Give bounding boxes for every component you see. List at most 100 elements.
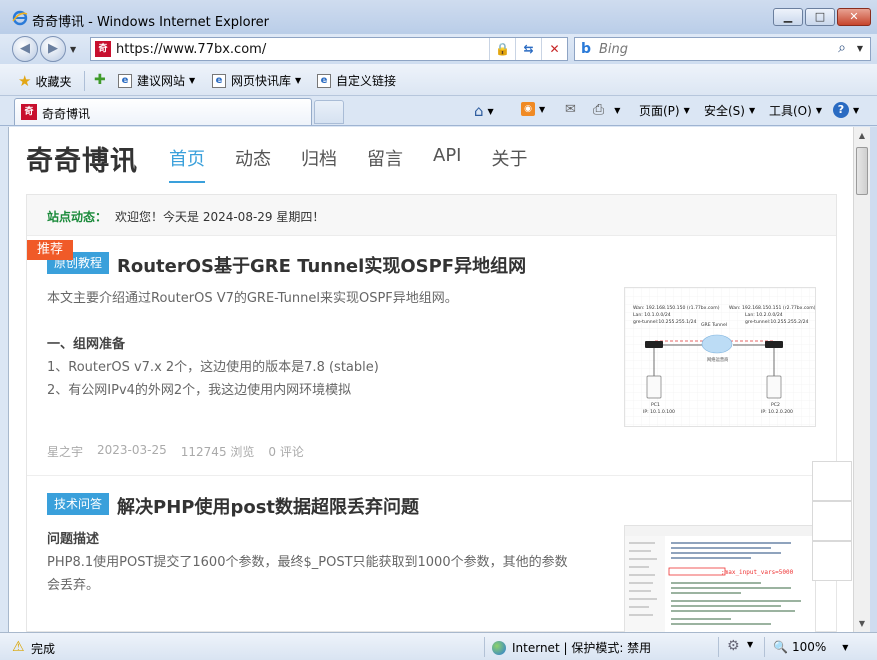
divider <box>718 637 719 657</box>
home-icon: ⌂ <box>474 102 484 120</box>
nav-item-api[interactable]: API <box>433 145 461 183</box>
home-button[interactable]: ⌂ ▼ <box>474 102 494 120</box>
favorite-link-webslice[interactable]: e 网页快讯库 ▼ <box>212 72 301 89</box>
help-menu[interactable]: ? ▼ <box>833 102 859 118</box>
category-badge[interactable]: 技术问答 <box>47 493 110 515</box>
side-tool-button[interactable] <box>812 541 852 581</box>
favorite-link-label: 自定义链接 <box>336 74 397 88</box>
article-section-heading: 一、组网准备 <box>47 337 126 352</box>
favorite-link-custom[interactable]: e 自定义链接 <box>317 72 396 89</box>
diagram-right-wan: Wan: 192.168.150.151 (r2.77bx.com) <box>729 305 816 311</box>
diagram-right-gre: gre-tunnel:10.255.255.2/24 <box>745 319 809 325</box>
article-line: 1、RouterOS v7.x 2个，这边使用的版本是7.8 (stable) <box>47 360 379 375</box>
back-arrow-icon: ◀ <box>20 41 30 56</box>
nav-item-home[interactable]: 首页 <box>169 145 205 183</box>
divider <box>484 637 485 657</box>
gear-dropdown[interactable]: ▼ <box>743 640 753 649</box>
close-icon: ✕ <box>849 10 859 23</box>
article-author[interactable]: 星之宇 <box>47 443 83 460</box>
close-button[interactable]: ✕ <box>837 8 871 26</box>
settings-gear-icon[interactable]: ⚙ <box>727 638 740 654</box>
article-line: 会丢弃。 <box>47 578 100 593</box>
nav-item-about[interactable]: 关于 <box>491 145 527 183</box>
print-button[interactable]: ⎙ ▼ <box>593 102 620 118</box>
security-zone[interactable]: Internet | 保护模式: 禁用 <box>492 639 651 656</box>
search-options-dropdown-icon[interactable]: ▼ <box>857 44 863 53</box>
article-comments[interactable]: 0 评论 <box>268 443 303 460</box>
search-box[interactable]: b Bing ⌕ ▼ <box>574 37 871 61</box>
diagram-left-wan: Wan: 192.168.150.150 (r1.77bx.com) <box>633 305 720 311</box>
minimize-button[interactable]: ▁ <box>773 8 803 26</box>
scroll-up-icon[interactable]: ▲ <box>854 127 870 144</box>
status-text: 完成 <box>31 642 56 656</box>
article-title[interactable]: RouterOS基于GRE Tunnel实现OSPF异地组网 <box>117 252 526 278</box>
favorite-link-suggested[interactable]: e 建议网站 ▼ <box>118 72 195 89</box>
add-to-favorites-icon[interactable]: ✚ <box>94 72 106 88</box>
article-thumbnail-php-config[interactable]: ;max_input_vars=5000 <box>624 525 816 632</box>
diagram-pc2: PC2 <box>771 402 780 408</box>
mail-icon: ✉ <box>565 102 576 117</box>
side-tool-button[interactable] <box>812 501 852 541</box>
favorites-button[interactable]: ★ 收藏夹 <box>12 70 77 92</box>
nav-item-archive[interactable]: 归档 <box>301 145 337 183</box>
dropdown-icon: ▼ <box>747 640 754 649</box>
article-divider <box>27 475 836 476</box>
site-favicon-icon: 奇 <box>21 104 37 120</box>
vertical-scrollbar[interactable]: ▲ ▼ <box>853 127 870 632</box>
history-dropdown-icon[interactable]: ▼ <box>70 45 76 54</box>
search-placeholder[interactable]: Bing <box>599 42 628 57</box>
globe-icon <box>492 640 506 655</box>
diagram-left-lan: Lan: 10.1.0.0/24 <box>633 312 671 318</box>
pc1-icon <box>646 375 662 399</box>
scroll-thumb[interactable] <box>856 147 868 195</box>
recommended-ribbon: 推荐 <box>27 240 73 260</box>
article-line: PHP8.1使用POST提交了1600个参数，最终$_POST只能获取到1000… <box>47 555 568 570</box>
rss-icon: ◉ <box>521 102 535 116</box>
feeds-button[interactable]: ◉ ▼ <box>521 102 545 116</box>
lock-icon[interactable]: 🔒 <box>489 38 515 60</box>
diagram-cloud-label: 网络运营商 <box>707 356 729 363</box>
search-icon[interactable]: ⌕ <box>838 40 846 56</box>
tools-menu[interactable]: 工具(O) ▼ <box>769 102 822 119</box>
back-button[interactable]: ◀ <box>12 36 38 62</box>
ie-page-icon: e <box>118 73 132 88</box>
zoom-control[interactable]: 🔍 100% ▼ <box>773 640 848 654</box>
dropdown-icon: ▼ <box>815 106 822 115</box>
warning-icon[interactable]: ⚠ <box>12 639 25 655</box>
favorite-link-label: 建议网站 <box>137 74 186 88</box>
new-tab-button[interactable] <box>314 100 344 124</box>
maximize-button[interactable]: □ <box>805 8 835 26</box>
address-bar[interactable]: 奇 https://www.77bx.com/ 🔒 ⇆ ✕ <box>90 37 568 61</box>
browser-tab[interactable]: 奇 奇奇博讯 <box>14 98 312 125</box>
diagram-pc1-ip: IP: 10.1.0.100 <box>643 409 675 415</box>
help-icon: ? <box>833 102 849 118</box>
safety-menu[interactable]: 安全(S) ▼ <box>704 102 755 119</box>
zoom-icon: 🔍 <box>773 640 788 654</box>
favorites-label: 收藏夹 <box>35 74 72 89</box>
article-title[interactable]: 解决PHP使用post数据超限丢弃问题 <box>117 493 419 519</box>
stop-icon[interactable]: ✕ <box>541 38 567 60</box>
address-url[interactable]: https://www.77bx.com/ <box>116 42 266 57</box>
article-line: 2、有公网IPv4的外网2个，我这边使用内网环境模拟 <box>47 383 352 398</box>
compat-refresh-icon[interactable]: ⇆ <box>515 38 541 60</box>
scroll-down-icon[interactable]: ▼ <box>854 615 870 632</box>
code-snippet: ;max_input_vars=5000 <box>721 569 794 576</box>
tab-row: 奇 奇奇博讯 ⌂ ▼ ◉ ▼ ✉ ⎙ ▼ 页面(P) ▼ 安全(S) ▼ 工具(O) ▼ ?… <box>0 96 877 126</box>
router-right-icon <box>765 341 783 348</box>
forward-button[interactable]: ▶ <box>40 36 66 62</box>
article-intro: 本文主要介绍通过RouterOS V7的GRE-Tunnel来实现OSPF异地组… <box>47 291 458 306</box>
router-left-icon <box>645 341 663 348</box>
maximize-icon: □ <box>814 10 826 23</box>
printer-icon: ⎙ <box>593 102 605 118</box>
nav-item-news[interactable]: 动态 <box>235 145 271 183</box>
nav-item-guestbook[interactable]: 留言 <box>367 145 403 183</box>
article-views: 112745 浏览 <box>180 445 255 459</box>
mail-button[interactable]: ✉ <box>565 102 576 117</box>
page-viewport[interactable]: 奇奇博讯 首页 动态 归档 留言 API 关于 站点动态： 欢迎您！今天是 20… <box>8 127 853 632</box>
article-thumbnail-network-diagram[interactable]: Wan: 192.168.150.150 (r1.77bx.com) Lan: … <box>624 287 816 427</box>
side-tool-button[interactable] <box>812 461 852 501</box>
dropdown-icon: ▼ <box>487 106 494 116</box>
site-logo[interactable]: 奇奇博讯 <box>26 139 138 178</box>
page-menu[interactable]: 页面(P) ▼ <box>639 102 690 119</box>
ie-page-icon: e <box>212 73 226 88</box>
